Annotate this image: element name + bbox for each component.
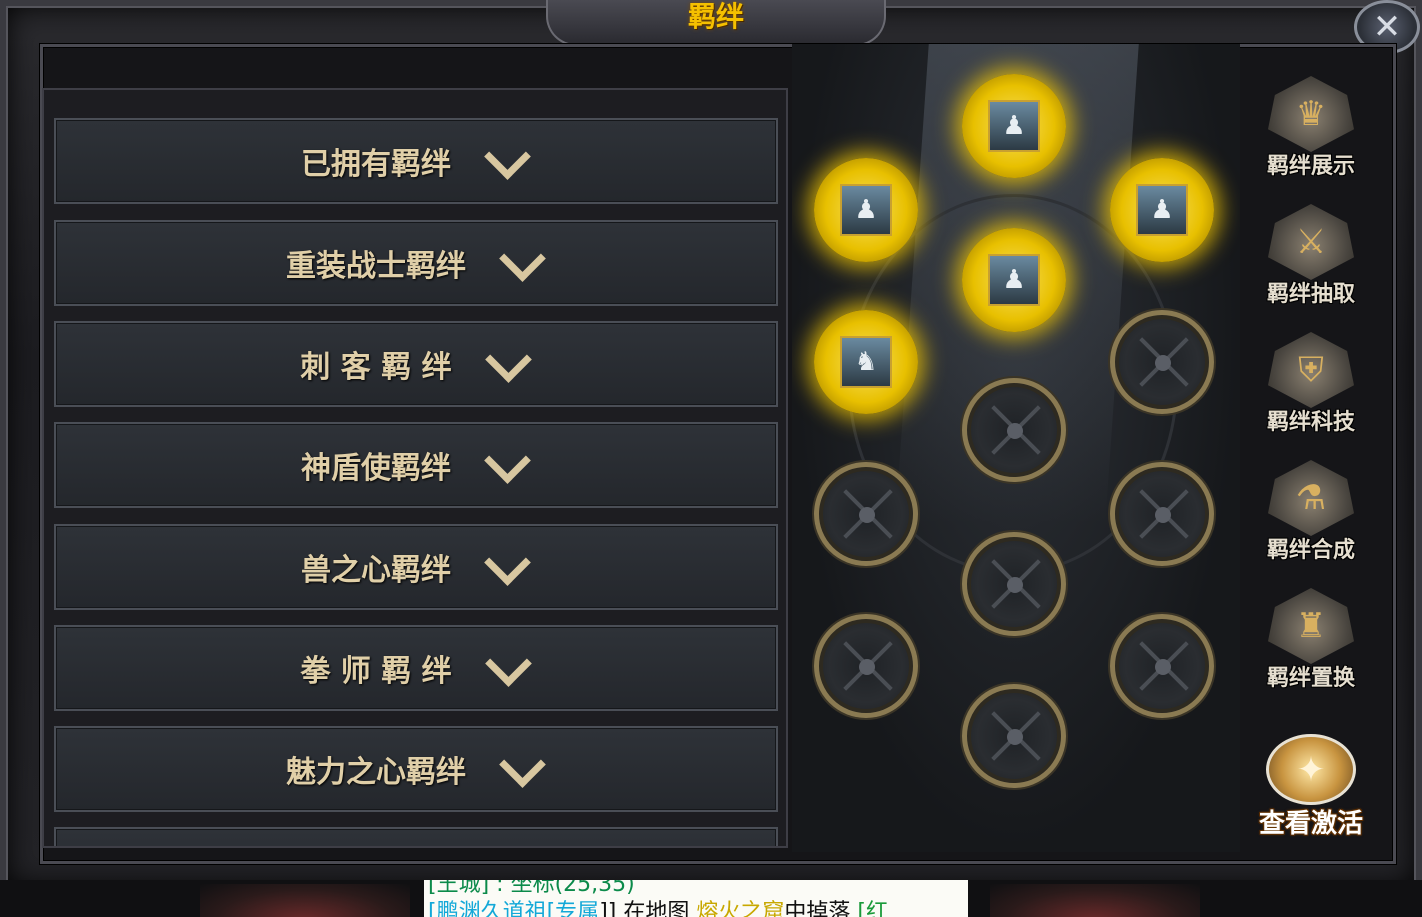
category-label: 神盾使羁绊 — [301, 451, 451, 486]
slot-locked[interactable] — [814, 614, 918, 718]
category-label: 重装战士羁绊 — [286, 249, 466, 284]
category-assassin[interactable]: 刺 客 羁 绊 — [54, 321, 778, 407]
chevron-down-icon — [486, 351, 532, 377]
category-heavy-warrior[interactable]: 重装战士羁绊 — [54, 220, 778, 306]
chevron-down-icon — [500, 756, 546, 782]
chat-box[interactable]: [王城] : 坐标(25,35) [鹏渊久道祖[专属]] 在地图 熔火之窟中掉落… — [424, 880, 968, 917]
lock-icon — [1007, 577, 1023, 593]
left-orb — [200, 884, 410, 917]
chat-tag: 专属 — [555, 900, 600, 917]
slot-fighter[interactable]: ♟ — [962, 228, 1066, 332]
title-plate: 羁绊 — [546, 0, 886, 46]
cauldron-emblem-icon: ⚗ — [1268, 460, 1354, 536]
person-icon: ♟ — [1136, 184, 1188, 236]
menu-label: 羁绊合成 — [1266, 538, 1355, 563]
crown-emblem-icon: ♛ — [1268, 76, 1354, 152]
chat-text: 中掉落 — [784, 900, 858, 917]
chevron-down-icon — [500, 250, 546, 276]
category-owned[interactable]: 已拥有羁绊 — [54, 118, 778, 204]
bond-board: ♟ ♟ ♟ ♟ ♞ — [792, 44, 1240, 852]
close-icon: ✕ — [1372, 7, 1402, 47]
menu-label: 羁绊科技 — [1266, 410, 1355, 435]
person-icon: ♟ — [988, 254, 1040, 306]
menu-bond-exchange[interactable]: ♜ 羁绊置换 — [1246, 588, 1376, 698]
slot-locked[interactable] — [1110, 462, 1214, 566]
lock-icon — [1007, 729, 1023, 745]
menu-label: 羁绊展示 — [1266, 154, 1355, 179]
slot-locked[interactable] — [962, 684, 1066, 788]
chat-item-name[interactable]: [红 — [857, 900, 888, 917]
menu-label: 羁绊置换 — [1266, 666, 1355, 691]
category-label: 拳 师 羁 绊 — [300, 654, 452, 689]
slot-beast[interactable]: ♞ — [814, 310, 918, 414]
slot-locked[interactable] — [1110, 310, 1214, 414]
category-charm-heart[interactable]: 魅力之心羁绊 — [54, 726, 778, 812]
category-beast-heart[interactable]: 兽之心羁绊 — [54, 524, 778, 610]
person-icon: ♟ — [840, 184, 892, 236]
helmet-emblem-icon: ⛨ — [1268, 332, 1354, 408]
category-boxer[interactable]: 拳 师 羁 绊 — [54, 625, 778, 711]
chat-line: [鹏渊久道祖[专属]] 在地图 熔火之窟中掉落 [红 — [428, 894, 888, 917]
menu-bond-draw[interactable]: ⚔ 羁绊抽取 — [1246, 204, 1376, 314]
category-label: 已拥有羁绊 — [301, 147, 451, 182]
lock-icon — [859, 659, 875, 675]
chevron-down-icon — [485, 148, 531, 174]
sword-emblem-icon: ⚔ — [1268, 204, 1354, 280]
category-list: 已拥有羁绊 重装战士羁绊 刺 客 羁 绊 神盾使羁绊 兽之心羁绊 拳 师 羁 绊… — [42, 88, 788, 848]
lock-icon — [1155, 659, 1171, 675]
chat-strip: [王城] : 坐标(25,35) [鹏渊久道祖[专属]] 在地图 熔火之窟中掉落… — [0, 880, 1422, 917]
category-aegis[interactable]: 神盾使羁绊 — [54, 422, 778, 508]
slot-locked[interactable] — [814, 462, 918, 566]
slot-locked[interactable] — [962, 378, 1066, 482]
lock-icon — [1155, 355, 1171, 371]
wing-emblem-icon: ✦ — [1266, 734, 1356, 805]
lock-icon — [1007, 423, 1023, 439]
chevron-down-icon — [486, 655, 532, 681]
chevron-down-icon — [485, 452, 531, 478]
chat-text: ]] 在地图 — [599, 900, 697, 917]
person-icon: ♟ — [988, 100, 1040, 152]
category-label: 兽之心羁绊 — [301, 553, 451, 588]
beast-icon: ♞ — [840, 336, 892, 388]
dragon-emblem-icon: ♜ — [1268, 588, 1354, 664]
slot-locked[interactable] — [962, 532, 1066, 636]
menu-bond-showcase[interactable]: ♛ 羁绊展示 — [1246, 76, 1376, 186]
bond-menu: ♛ 羁绊展示 ⚔ 羁绊抽取 ⛨ 羁绊科技 ⚗ 羁绊合成 ♜ 羁绊置换 ✦ 查看激… — [1246, 70, 1376, 850]
view-activation-button[interactable]: ✦ 查看激活 — [1246, 734, 1376, 840]
menu-bond-synthesis[interactable]: ⚗ 羁绊合成 — [1246, 460, 1376, 570]
activate-label: 查看激活 — [1258, 809, 1363, 839]
category-label: 刺 客 羁 绊 — [300, 350, 452, 385]
window-title: 羁绊 — [687, 0, 744, 33]
menu-label: 羁绊抽取 — [1266, 282, 1355, 307]
slot-sage[interactable]: ♟ — [814, 158, 918, 262]
category-partial[interactable] — [54, 827, 778, 846]
menu-bond-tech[interactable]: ⛨ 羁绊科技 — [1246, 332, 1376, 442]
right-orb — [990, 884, 1200, 917]
chat-map-name[interactable]: 熔火之窟 — [696, 900, 784, 917]
slot-elder[interactable]: ♟ — [1110, 158, 1214, 262]
chevron-down-icon — [485, 554, 531, 580]
lock-icon — [1155, 507, 1171, 523]
category-label: 魅力之心羁绊 — [286, 755, 466, 790]
chat-player-name[interactable]: [鹏渊久道祖[ — [428, 900, 555, 917]
slot-hat-warrior[interactable]: ♟ — [962, 74, 1066, 178]
slot-locked[interactable] — [1110, 614, 1214, 718]
lock-icon — [859, 507, 875, 523]
